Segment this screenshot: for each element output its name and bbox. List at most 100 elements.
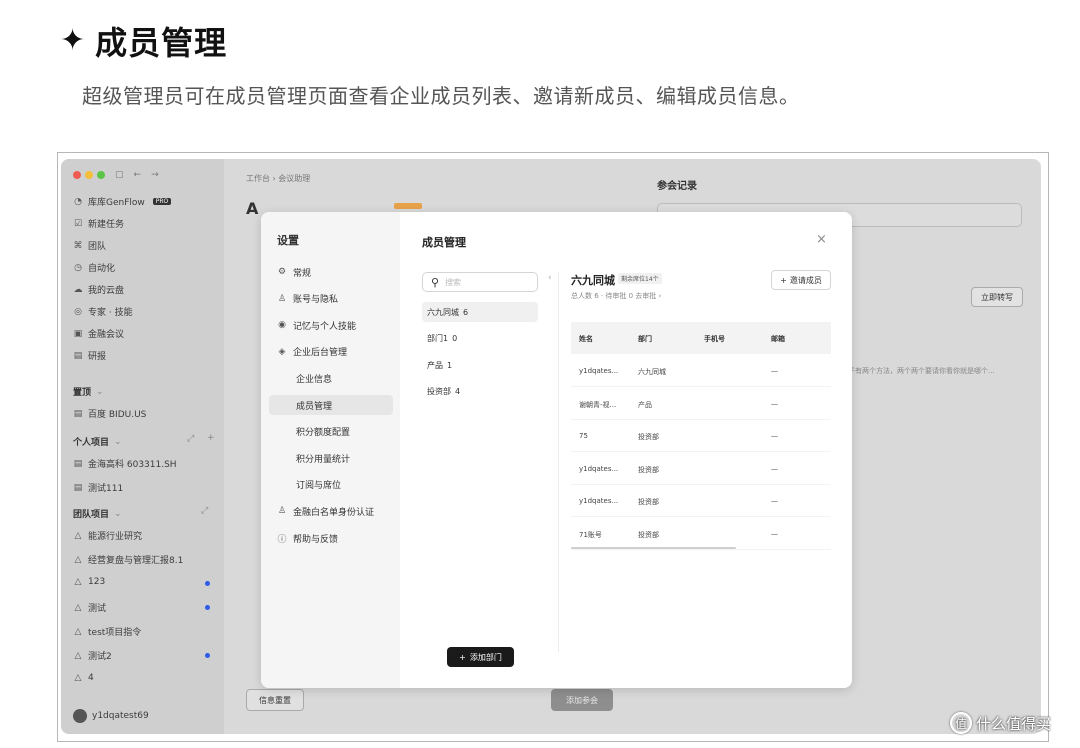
table-cell: 投资部	[638, 531, 659, 539]
horizontal-scrollbar[interactable]	[571, 547, 736, 549]
department-search[interactable]: ⚲ 搜索	[422, 272, 538, 292]
settings-item[interactable]: ⚙ 常规	[269, 262, 393, 282]
table-row[interactable]: 75 投资部 —	[571, 420, 831, 453]
table-row[interactable]: y1dqates... 六九同城 —	[571, 355, 831, 387]
admin-icon: ◈	[278, 346, 286, 357]
add-department-button[interactable]: + 添加部门	[447, 647, 514, 667]
table-cell: —	[771, 432, 778, 441]
team-icon: ⌘	[73, 240, 83, 251]
project-icon: △	[74, 673, 82, 683]
department-item[interactable]: 部门1 0	[422, 329, 538, 349]
settings-item-label: 企业后台管理	[293, 348, 348, 359]
personal-section-title[interactable]: 个人项目 ⌄	[73, 435, 122, 449]
table-cell: —	[771, 464, 778, 473]
table-cell: —	[771, 367, 778, 375]
settings-item[interactable]: 积分用量统计	[269, 448, 393, 468]
sidebar-toggle-icon[interactable]: ▢	[115, 170, 124, 180]
department-item[interactable]: 六九同城 6	[422, 302, 538, 322]
reset-info-button[interactable]: 信息重置	[246, 689, 304, 711]
personal-project-item[interactable]: ▤ 测试111	[73, 481, 123, 495]
doc-icon: ▤	[73, 458, 83, 469]
sidebar-item[interactable]: ⌘ 团队	[73, 239, 107, 253]
sidebar-item[interactable]: ☑ 新建任务	[73, 217, 124, 231]
add-personal-project-icon[interactable]: +	[207, 433, 215, 443]
logo-icon: ◔	[74, 196, 82, 207]
minimize-window-icon[interactable]	[85, 171, 93, 179]
breadcrumb: 工作台 › 会议助理	[246, 174, 311, 183]
department-name: 部门1	[427, 334, 449, 343]
column-header: 部门	[638, 335, 652, 343]
table-header: 姓名 部门 手机号 邮箱	[571, 322, 831, 354]
sidebar-item[interactable]: ▤ 研报	[73, 349, 106, 363]
team-project-item[interactable]: △ 123	[73, 577, 106, 587]
settings-item[interactable]: ◈ 企业后台管理	[269, 342, 393, 362]
settings-item-label: 帮助与反馈	[293, 534, 339, 545]
add-attendee-button[interactable]: 添加参会	[551, 689, 613, 711]
expand-icon[interactable]: ⤢	[187, 434, 194, 444]
sidebar-item-label: 团队	[88, 242, 107, 252]
team-project-item[interactable]: △ 测试2	[73, 649, 112, 663]
unread-dot	[205, 653, 210, 658]
settings-item[interactable]: ◉ 记忆与个人技能	[269, 315, 393, 335]
forward-arrow-icon[interactable]: →	[151, 170, 159, 180]
sidebar-item-label: 自动化	[88, 264, 116, 274]
automation-icon: ◷	[74, 262, 82, 273]
back-arrow-icon[interactable]: ←	[134, 170, 142, 180]
collapse-icon[interactable]: ‹	[548, 273, 552, 283]
team-project-item[interactable]: △ 经营复盘与管理汇报8.1	[73, 553, 184, 567]
table-cell: —	[771, 399, 778, 408]
team-section-title[interactable]: 团队项目 ⌄	[73, 507, 122, 521]
team-project-item-label: 测试	[88, 604, 107, 614]
sidebar-item[interactable]: ◎ 专家 · 技能	[73, 305, 133, 319]
table-row[interactable]: 谢朝青-视... 产品 —	[571, 388, 831, 420]
settings-item[interactable]: ♙ 金融白名单身份认证	[269, 501, 393, 521]
search-placeholder: 搜索	[445, 277, 462, 287]
memory-icon: ◉	[278, 320, 286, 331]
settings-item[interactable]: 积分额度配置	[269, 422, 393, 442]
expand-team-icon[interactable]: ⤢	[201, 506, 208, 516]
settings-item[interactable]: ⓘ 帮助与反馈	[269, 528, 393, 548]
settings-item-label: 企业信息	[296, 374, 333, 385]
team-project-item[interactable]: △ 测试	[73, 601, 107, 615]
settings-item[interactable]: 成员管理	[269, 395, 393, 415]
settings-item[interactable]: 订阅与席位	[269, 475, 393, 495]
team-project-item[interactable]: △ 能源行业研究	[73, 529, 142, 543]
personal-project-item[interactable]: ▤ 金海高科 603311.SH	[73, 457, 177, 471]
sidebar-item[interactable]: ◷ 自动化	[73, 261, 116, 275]
project-icon: △	[74, 602, 82, 613]
transcribe-button[interactable]: 立即转写	[971, 287, 1023, 307]
department-name: 投资部	[427, 387, 451, 396]
cloud-icon: ☁	[73, 284, 83, 295]
project-icon: △	[74, 626, 82, 637]
table-row[interactable]: 71账号 投资部 —	[571, 518, 831, 550]
pinned-item[interactable]: ▤ 百度 BIDU.US	[73, 407, 147, 421]
user-profile[interactable]: y1dqatest69	[73, 709, 149, 723]
status-tag	[394, 203, 422, 209]
team-project-item[interactable]: △ 4	[73, 673, 94, 683]
invite-member-button[interactable]: + 邀请成员	[771, 270, 831, 290]
maximize-window-icon[interactable]	[97, 171, 105, 179]
team-project-item[interactable]: △ test项目指令	[73, 625, 142, 639]
department-item[interactable]: 产品 1	[422, 355, 538, 375]
settings-title: 设置	[277, 234, 299, 247]
table-row[interactable]: y1dqates... 投资部 —	[571, 485, 831, 518]
whitelist-icon: ♙	[277, 506, 287, 517]
team-project-item-label: 测试2	[88, 652, 112, 662]
settings-item[interactable]: ♙ 账号与隐私	[269, 289, 393, 309]
table-row[interactable]: y1dqates... 投资部 —	[571, 453, 831, 485]
department-count: 1	[447, 360, 453, 370]
expert-icon: ◎	[74, 306, 82, 317]
unread-dot	[205, 605, 210, 610]
close-window-icon[interactable]	[73, 171, 81, 179]
sidebar-item[interactable]: ☁ 我的云盘	[73, 283, 125, 297]
pinned-section-title[interactable]: 置顶 ⌄	[73, 385, 104, 399]
table-cell: 投资部	[638, 498, 659, 507]
close-icon[interactable]: ×	[816, 232, 827, 247]
sidebar-item[interactable]: ▣ 金融会议	[73, 327, 124, 341]
org-summary: 总人数 6 · 待审批 0 去审批 ›	[571, 292, 662, 300]
watermark-logo-icon: 值	[950, 712, 972, 734]
settings-item[interactable]: 企业信息	[269, 368, 393, 388]
department-item[interactable]: 投资部 4	[422, 382, 538, 402]
department-name: 六九同城	[427, 307, 459, 317]
table-cell: 投资部	[638, 433, 659, 442]
